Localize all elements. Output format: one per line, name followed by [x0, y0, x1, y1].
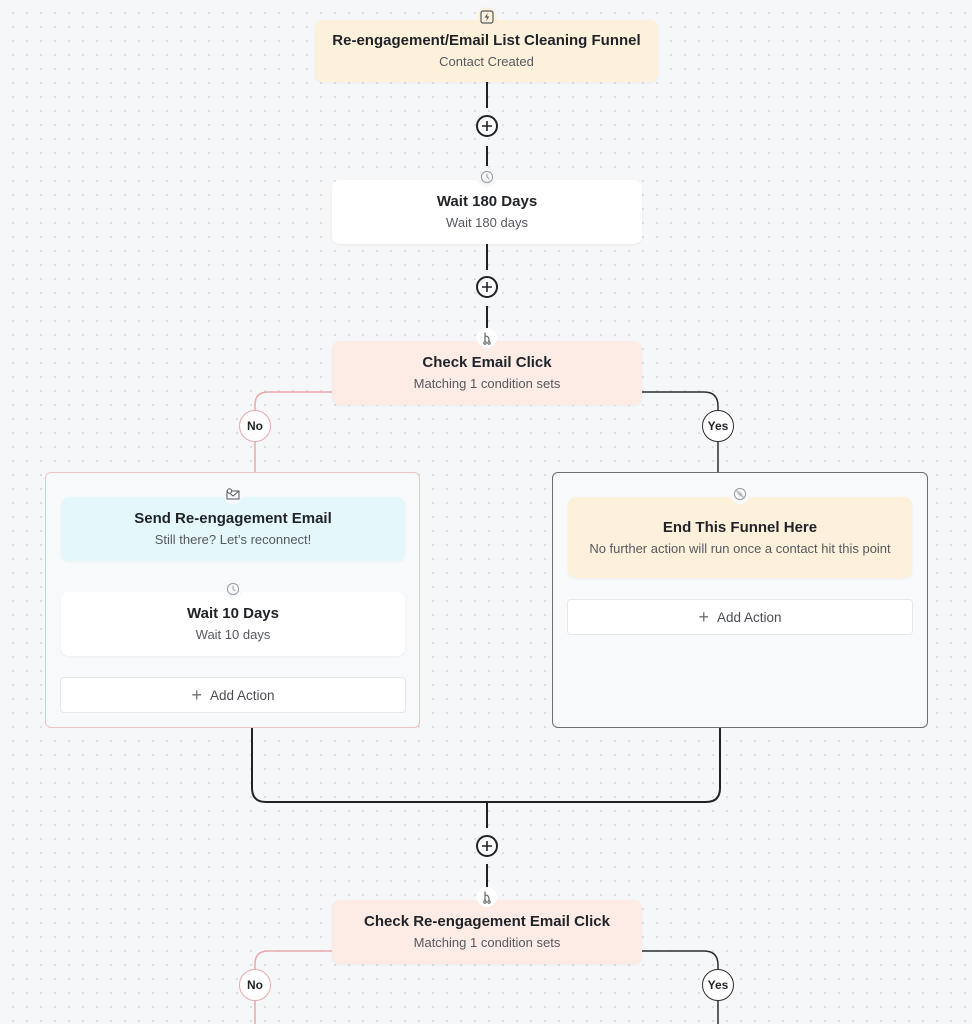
send-email-title: Send Re-engagement Email — [134, 510, 332, 527]
clock-icon — [477, 167, 497, 187]
plus-icon — [482, 282, 492, 292]
add-step-button[interactable] — [476, 115, 498, 137]
plus-icon — [482, 121, 492, 131]
plus-icon: + — [698, 607, 709, 627]
send-reengagement-email-node[interactable]: Send Re-engagement Email Still there? Le… — [61, 484, 405, 561]
add-action-button-no-branch[interactable]: + Add Action — [60, 677, 406, 713]
wait-180-title: Wait 180 Days — [436, 193, 538, 210]
wait-180-node[interactable]: Wait 180 Days Wait 180 days — [332, 167, 642, 244]
wait-10-node[interactable]: Wait 10 Days Wait 10 days — [61, 579, 405, 656]
end-funnel-node[interactable]: End This Funnel Here No further action w… — [568, 484, 912, 578]
add-step-button[interactable] — [476, 276, 498, 298]
wait-10-subtitle: Wait 10 days — [195, 627, 271, 642]
yes-branch-label-2[interactable]: Yes — [702, 969, 734, 1001]
branch-icon — [477, 887, 497, 907]
plus-icon — [482, 841, 492, 851]
lightning-icon — [476, 7, 497, 27]
send-email-subtitle: Still there? Let’s reconnect! — [154, 532, 312, 547]
no-branch-label-2[interactable]: No — [239, 969, 271, 1001]
yes-branch-label[interactable]: Yes — [702, 410, 734, 442]
check-email-click-node[interactable]: Check Email Click Matching 1 condition s… — [332, 328, 642, 405]
add-action-label: Add Action — [209, 687, 275, 703]
add-action-label: Add Action — [716, 609, 782, 625]
no-branch-label[interactable]: No — [239, 410, 271, 442]
branch-icon — [477, 328, 497, 348]
stop-icon — [730, 484, 750, 504]
email-icon — [223, 484, 243, 504]
wait-10-title: Wait 10 Days — [187, 605, 279, 622]
check-reengagement-click-title: Check Re-engagement Email Click — [364, 913, 610, 930]
plus-icon: + — [191, 685, 202, 705]
add-action-button-yes-branch[interactable]: + Add Action — [567, 599, 913, 635]
trigger-title: Re-engagement/Email List Cleaning Funnel — [332, 32, 641, 49]
end-funnel-subtitle: No further action will run once a contac… — [589, 540, 891, 556]
wait-180-subtitle: Wait 180 days — [446, 215, 528, 230]
clock-icon — [223, 579, 243, 599]
check-reengagement-click-subtitle: Matching 1 condition sets — [413, 935, 561, 950]
add-step-button[interactable] — [476, 835, 498, 857]
trigger-subtitle: Contact Created — [439, 54, 534, 69]
check-reengagement-click-node[interactable]: Check Re-engagement Email Click Matching… — [332, 887, 642, 964]
check-email-click-subtitle: Matching 1 condition sets — [413, 376, 561, 391]
connector-merge — [251, 728, 721, 803]
trigger-node[interactable]: Re-engagement/Email List Cleaning Funnel… — [315, 7, 658, 82]
end-funnel-title: End This Funnel Here — [662, 518, 818, 536]
check-email-click-title: Check Email Click — [422, 354, 552, 371]
